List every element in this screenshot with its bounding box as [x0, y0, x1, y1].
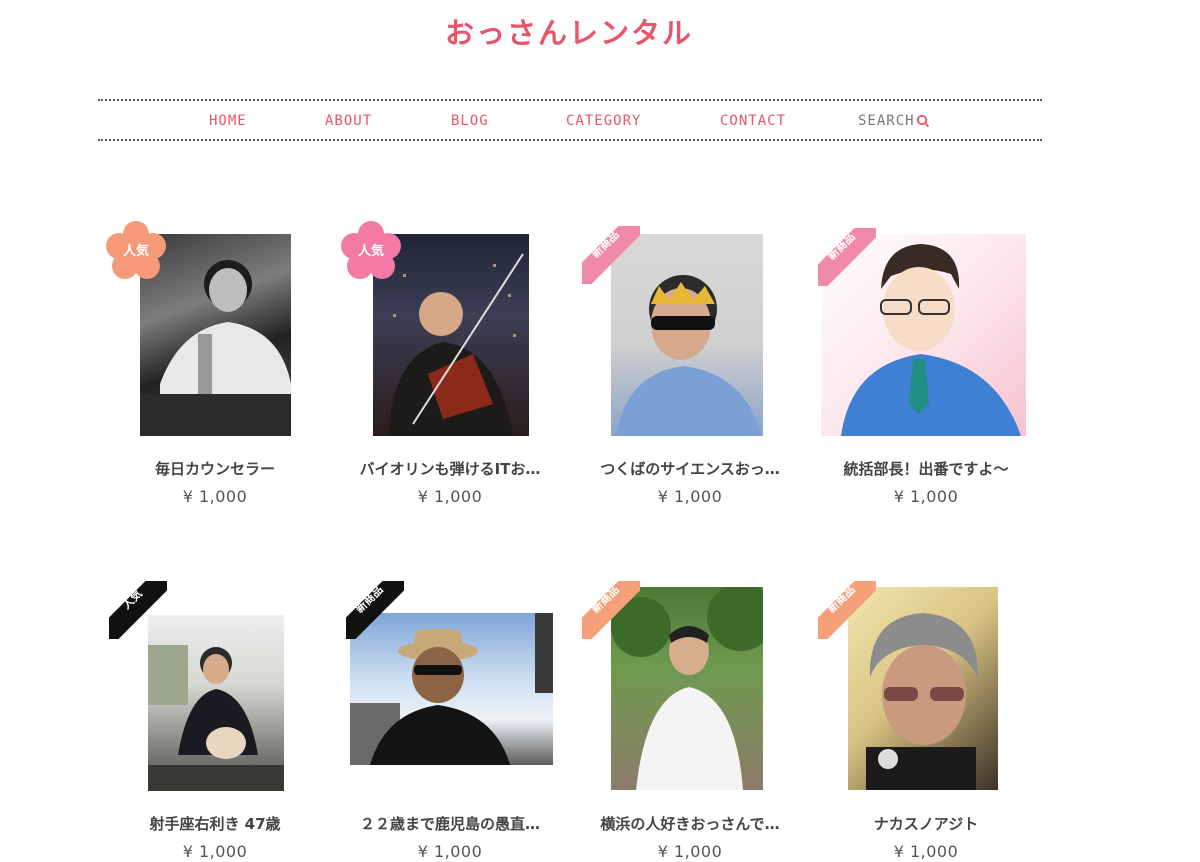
- product-card[interactable]: 新商品 横浜の人好きおっさんで… ¥ 1,000: [580, 575, 800, 861]
- man-with-dog-photo[interactable]: [148, 615, 284, 791]
- nav-category[interactable]: CATEGORY: [566, 113, 641, 129]
- search-label: SEARCH: [858, 113, 915, 129]
- product-card[interactable]: 新商品 統括部長！出番ですよ〜 ¥ 1,000: [816, 220, 1036, 506]
- product-card[interactable]: 人気 射手座右利き 47歳 ¥ 1,000: [105, 575, 325, 861]
- product-price: ¥ 1,000: [417, 842, 483, 861]
- popular-badge: 人気: [340, 220, 402, 282]
- nav-home[interactable]: HOME: [209, 113, 247, 129]
- badge-label: 人気: [122, 244, 149, 259]
- product-price: ¥ 1,000: [182, 487, 248, 506]
- product-title[interactable]: 統括部長！出番ですよ〜: [816, 458, 1036, 479]
- product-title[interactable]: 射手座右利き 47歳: [105, 813, 325, 834]
- product-title[interactable]: 毎日カウンセラー: [105, 458, 325, 479]
- new-badge: 新商品: [346, 581, 404, 639]
- product-card[interactable]: 人気 バイオリンも弾けるITお… ¥ 1,000: [340, 220, 560, 506]
- product-price: ¥ 1,000: [657, 842, 723, 861]
- nav-blog[interactable]: BLOG: [451, 113, 489, 129]
- popular-badge: 人気: [109, 581, 167, 639]
- product-card[interactable]: 新商品 ナカスノアジト ¥ 1,000: [816, 575, 1036, 861]
- new-badge: 新商品: [818, 228, 876, 286]
- main-nav: HOME ABOUT BLOG CATEGORY CONTACT SEARCH: [98, 99, 1042, 141]
- product-title[interactable]: つくばのサイエンスおっ…: [580, 458, 800, 479]
- search-icon: [916, 114, 930, 128]
- product-price: ¥ 1,000: [182, 842, 248, 861]
- product-title[interactable]: バイオリンも弾けるITお…: [340, 458, 560, 479]
- product-price: ¥ 1,000: [417, 487, 483, 506]
- new-badge: 新商品: [582, 226, 640, 284]
- product-card[interactable]: 人気 毎日カウンセラー ¥ 1,000: [105, 220, 325, 506]
- new-badge: 新商品: [818, 581, 876, 639]
- nav-contact[interactable]: CONTACT: [720, 113, 786, 129]
- product-price: ¥ 1,000: [893, 842, 959, 861]
- nav-about[interactable]: ABOUT: [325, 113, 372, 129]
- site-title[interactable]: おっさんレンタル: [0, 10, 1138, 52]
- popular-badge: 人気: [105, 220, 167, 282]
- product-price: ¥ 1,000: [893, 487, 959, 506]
- new-badge: 新商品: [582, 581, 640, 639]
- search-button[interactable]: SEARCH: [858, 113, 930, 129]
- product-card[interactable]: 新商品 つくばのサイエンスおっ… ¥ 1,000: [580, 220, 800, 506]
- product-title[interactable]: ２２歳まで鹿児島の愚直…: [340, 813, 560, 834]
- product-title[interactable]: ナカスノアジト: [816, 813, 1036, 834]
- product-title[interactable]: 横浜の人好きおっさんで…: [580, 813, 800, 834]
- product-card[interactable]: 新商品 ２２歳まで鹿児島の愚直… ¥ 1,000: [340, 575, 560, 861]
- product-price: ¥ 1,000: [657, 487, 723, 506]
- badge-label: 人気: [357, 244, 384, 259]
